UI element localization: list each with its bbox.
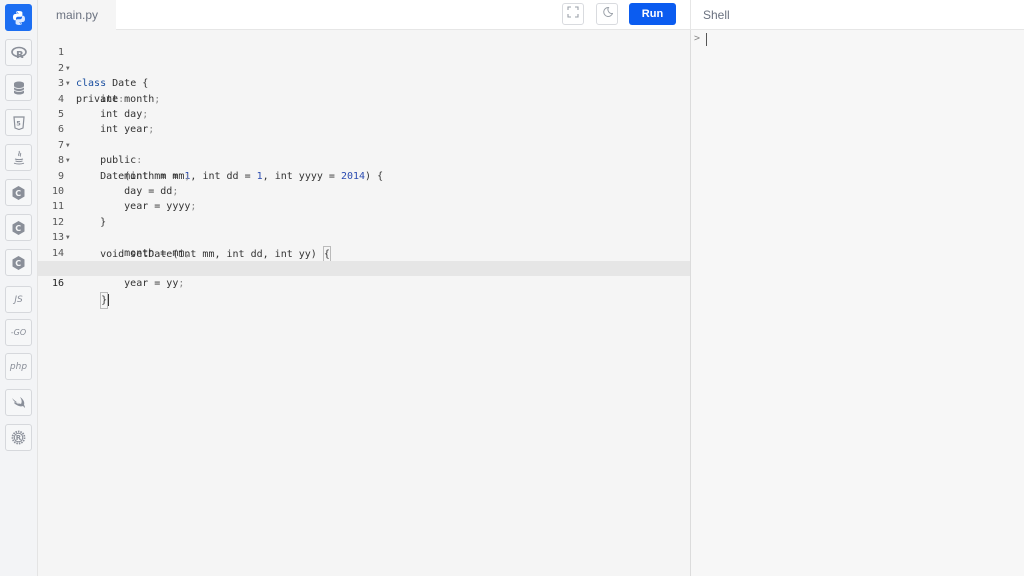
- html5-icon: 5: [12, 115, 25, 130]
- shell-panel[interactable]: >: [691, 30, 1024, 576]
- php-button[interactable]: php: [5, 353, 32, 380]
- r-icon: R: [10, 46, 27, 60]
- svg-text:C: C: [15, 259, 21, 268]
- moon-icon: [601, 5, 614, 23]
- code-text: }: [76, 291, 110, 310]
- text-cursor: [108, 293, 110, 306]
- js-icon: JS: [14, 294, 23, 305]
- code-editor[interactable]: 1 ▼ class Date { 2 ▼ private: 3 int mont…: [38, 30, 690, 576]
- bracket-match-highlight: }: [100, 291, 109, 310]
- code-line[interactable]: 9 day = dd;: [38, 153, 690, 197]
- line-number: 16: [51, 278, 64, 290]
- code-line[interactable]: 4 int day;: [38, 76, 690, 120]
- code-line[interactable]: 15 year = yy;: [38, 246, 690, 289]
- java-icon: [12, 150, 26, 165]
- shell-prompt: >: [694, 33, 701, 44]
- run-button[interactable]: Run: [629, 3, 676, 25]
- code-line[interactable]: 13 month = mm;: [38, 215, 690, 258]
- python-icon: [11, 10, 27, 26]
- html-button[interactable]: 5: [5, 109, 32, 136]
- topbar-divider: [690, 0, 691, 30]
- theme-toggle-button[interactable]: [596, 3, 618, 25]
- fullscreen-button[interactable]: [562, 3, 584, 25]
- csharp-button[interactable]: C: [5, 249, 32, 276]
- c-icon: C: [11, 185, 26, 201]
- code-line[interactable]: 14 day = dd;: [38, 230, 690, 274]
- fullscreen-icon: [567, 5, 579, 23]
- python-button[interactable]: [5, 4, 32, 31]
- database-icon: [13, 81, 25, 95]
- go-icon: -GO: [10, 328, 27, 337]
- php-icon: php: [9, 361, 28, 372]
- cpp-icon: C: [11, 220, 26, 236]
- code-line[interactable]: 5 int year;: [38, 92, 690, 135]
- code-line[interactable]: 12 ▼ void setDate(int mm, int dd, int yy…: [38, 199, 690, 264]
- swift-icon: [11, 396, 26, 409]
- top-bar: main.py Run Shell: [38, 0, 1024, 30]
- code-line[interactable]: 10 year = yyyy;: [38, 169, 690, 212]
- c-button[interactable]: C: [5, 179, 32, 206]
- code-line[interactable]: 11 }: [38, 184, 690, 227]
- java-button[interactable]: [5, 144, 32, 171]
- code-line[interactable]: 3 int month;: [38, 61, 690, 104]
- code-line[interactable]: 2 ▼ private:: [38, 45, 690, 105]
- code-line[interactable]: 6 ▼ public:: [38, 107, 690, 166]
- svg-text:C: C: [15, 189, 21, 198]
- shell-title: Shell: [703, 8, 730, 22]
- code-line[interactable]: 7 ▼ Date(int mm = 1, int dd = 1, int yyy…: [38, 122, 690, 182]
- rust-icon: R: [11, 430, 26, 445]
- code-line[interactable]: 8 month = mm;: [38, 138, 690, 181]
- file-tab-main-py[interactable]: main.py: [38, 0, 116, 30]
- language-sidebar: R 5 C C C JS -GO php R: [0, 0, 38, 576]
- code-line-current[interactable]: 16 }: [38, 261, 690, 310]
- r-button[interactable]: R: [5, 39, 32, 66]
- javascript-button[interactable]: JS: [5, 286, 32, 313]
- shell-cursor: [706, 33, 707, 46]
- svg-text:C: C: [15, 224, 21, 233]
- go-button[interactable]: -GO: [5, 319, 32, 346]
- swift-button[interactable]: [5, 389, 32, 416]
- sql-button[interactable]: [5, 74, 32, 101]
- svg-text:R: R: [16, 434, 22, 442]
- code-text: year = yy;: [76, 278, 185, 290]
- svg-text:R: R: [16, 50, 24, 60]
- code-line[interactable]: 1 ▼ class Date {: [38, 30, 690, 89]
- cpp-button[interactable]: C: [5, 214, 32, 241]
- rust-button[interactable]: R: [5, 424, 32, 451]
- svg-text:5: 5: [16, 119, 21, 127]
- csharp-icon: C: [11, 255, 26, 271]
